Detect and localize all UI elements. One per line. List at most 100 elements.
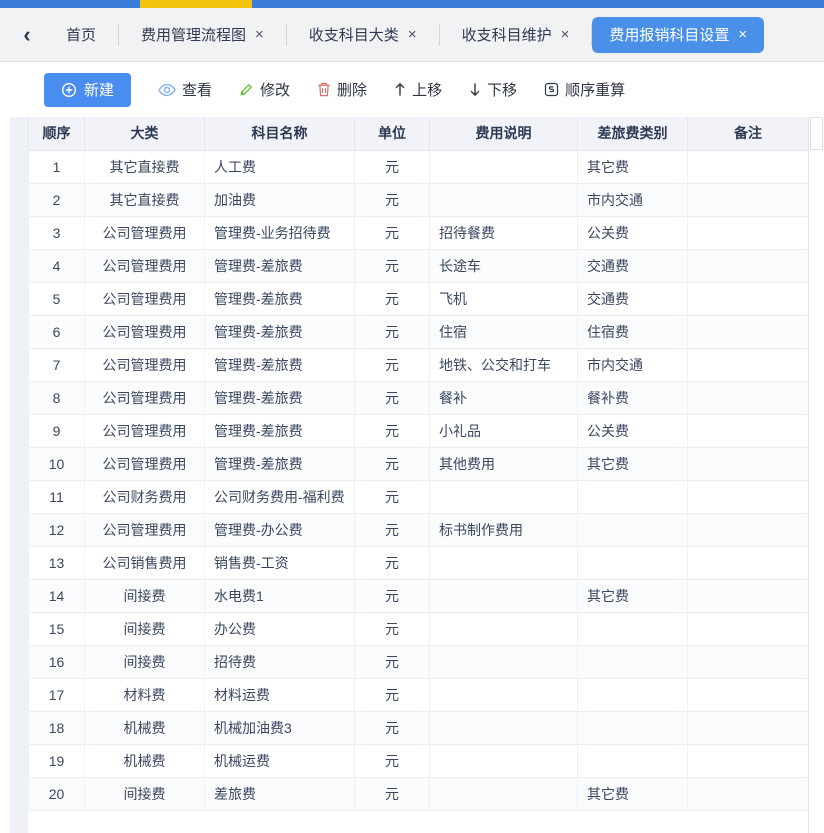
cell-description <box>430 612 578 645</box>
tab-bar: ‹ 首页费用管理流程图×收支科目大类×收支科目维护×费用报销科目设置× <box>0 8 824 62</box>
cell-remark <box>688 414 809 447</box>
cell-order: 18 <box>29 711 85 744</box>
cell-description <box>430 150 578 183</box>
table-row[interactable]: 20间接费差旅费元其它费 <box>29 777 809 810</box>
top-accent-strip <box>0 0 824 8</box>
eye-icon <box>158 83 176 97</box>
cell-unit: 元 <box>355 315 430 348</box>
tab-label: 费用报销科目设置 <box>609 24 729 45</box>
table-row[interactable]: 13公司销售费用销售费-工资元 <box>29 546 809 579</box>
recalc-icon <box>544 82 559 97</box>
cell-category: 公司管理费用 <box>85 315 205 348</box>
trash-icon <box>317 82 331 97</box>
cell-order: 16 <box>29 645 85 678</box>
tab-close-icon[interactable]: × <box>561 26 570 43</box>
cell-description <box>430 480 578 513</box>
cell-subject: 水电费1 <box>205 579 355 612</box>
cell-remark <box>688 711 809 744</box>
table-row[interactable]: 11公司财务费用公司财务费用-福利费元 <box>29 480 809 513</box>
table-row[interactable]: 10公司管理费用管理费-差旅费元其他费用其它费 <box>29 447 809 480</box>
table-row[interactable]: 16间接费招待费元 <box>29 645 809 678</box>
cell-unit: 元 <box>355 480 430 513</box>
move-down-button[interactable]: 下移 <box>469 79 517 100</box>
toolbar-button-label: 查看 <box>182 79 212 100</box>
cell-unit: 元 <box>355 150 430 183</box>
tab-item[interactable]: 收支科目维护× <box>440 8 592 61</box>
tab-close-icon[interactable]: × <box>255 26 264 43</box>
move-up-button[interactable]: 上移 <box>394 79 442 100</box>
table-row[interactable]: 19机械费机械运费元 <box>29 744 809 777</box>
tab-item[interactable]: 费用管理流程图× <box>119 8 286 61</box>
cell-order: 8 <box>29 381 85 414</box>
toolbar-button-label: 删除 <box>337 79 367 100</box>
cell-unit: 元 <box>355 183 430 216</box>
table-row[interactable]: 12公司管理费用管理费-办公费元标书制作费用 <box>29 513 809 546</box>
table-row[interactable]: 3公司管理费用管理费-业务招待费元招待餐费公关费 <box>29 216 809 249</box>
cell-remark <box>688 777 809 810</box>
cell-travel_type: 公关费 <box>578 216 688 249</box>
tab-item[interactable]: 首页 <box>44 8 118 61</box>
top-accent-yellow-segment <box>140 0 252 8</box>
cell-travel_type <box>578 513 688 546</box>
cell-subject: 差旅费 <box>205 777 355 810</box>
tab-item[interactable]: 费用报销科目设置 × <box>592 17 764 53</box>
cell-description: 住宿 <box>430 315 578 348</box>
table-row[interactable]: 15间接费办公费元 <box>29 612 809 645</box>
cell-travel_type <box>578 744 688 777</box>
tab-close-icon[interactable]: × <box>408 26 417 43</box>
table-row[interactable]: 2其它直接费加油费元市内交通 <box>29 183 809 216</box>
table-row[interactable]: 5公司管理费用管理费-差旅费元飞机交通费 <box>29 282 809 315</box>
cell-description: 其他费用 <box>430 447 578 480</box>
cell-remark <box>688 579 809 612</box>
cell-category: 间接费 <box>85 645 205 678</box>
cell-remark <box>688 645 809 678</box>
cell-category: 公司管理费用 <box>85 216 205 249</box>
cell-remark <box>688 546 809 579</box>
cell-order: 12 <box>29 513 85 546</box>
cell-travel_type <box>578 645 688 678</box>
table-row[interactable]: 8公司管理费用管理费-差旅费元餐补餐补费 <box>29 381 809 414</box>
table-row[interactable]: 14间接费水电费1元其它费 <box>29 579 809 612</box>
recalc-button[interactable]: 顺序重算 <box>544 79 625 100</box>
cell-remark <box>688 612 809 645</box>
cell-order: 19 <box>29 744 85 777</box>
table-row[interactable]: 9公司管理费用管理费-差旅费元小礼品公关费 <box>29 414 809 447</box>
cell-category: 公司销售费用 <box>85 546 205 579</box>
cell-subject: 招待费 <box>205 645 355 678</box>
cell-order: 3 <box>29 216 85 249</box>
table-container: 顺序大类科目名称单位费用说明差旅费类别备注 1其它直接费人工费元其它费2其它直接… <box>28 117 824 833</box>
cell-remark <box>688 216 809 249</box>
table-row[interactable]: 17材料费材料运费元 <box>29 678 809 711</box>
tab-label: 收支科目大类 <box>309 24 399 45</box>
cell-description <box>430 546 578 579</box>
view-button[interactable]: 查看 <box>158 79 212 100</box>
cell-order: 5 <box>29 282 85 315</box>
scrollbar-track[interactable] <box>808 117 824 833</box>
tab-close-icon[interactable]: × <box>738 26 747 43</box>
modify-button[interactable]: 修改 <box>239 79 290 100</box>
cell-travel_type: 其它费 <box>578 579 688 612</box>
table-row[interactable]: 6公司管理费用管理费-差旅费元住宿住宿费 <box>29 315 809 348</box>
table-row[interactable]: 4公司管理费用管理费-差旅费元长途车交通费 <box>29 249 809 282</box>
cell-unit: 元 <box>355 348 430 381</box>
cell-category: 公司管理费用 <box>85 513 205 546</box>
cell-order: 4 <box>29 249 85 282</box>
arrow-up-icon <box>394 82 406 97</box>
table-row[interactable]: 1其它直接费人工费元其它费 <box>29 150 809 183</box>
new-button[interactable]: 新建 <box>44 73 131 107</box>
cell-category: 公司管理费用 <box>85 282 205 315</box>
cell-remark <box>688 315 809 348</box>
cell-order: 13 <box>29 546 85 579</box>
table-row[interactable]: 7公司管理费用管理费-差旅费元地铁、公交和打车市内交通 <box>29 348 809 381</box>
cell-category: 间接费 <box>85 777 205 810</box>
cell-remark <box>688 150 809 183</box>
cell-order: 15 <box>29 612 85 645</box>
back-chevron-icon[interactable]: ‹ <box>10 24 44 46</box>
table-row[interactable]: 18机械费机械加油费3元 <box>29 711 809 744</box>
cell-travel_type: 住宿费 <box>578 315 688 348</box>
toolbar-button-label: 下移 <box>487 79 517 100</box>
delete-button[interactable]: 删除 <box>317 79 367 100</box>
toolbar-button-label: 新建 <box>84 79 114 100</box>
tab-item[interactable]: 收支科目大类 × <box>287 8 439 61</box>
circle-plus-icon <box>61 82 77 98</box>
